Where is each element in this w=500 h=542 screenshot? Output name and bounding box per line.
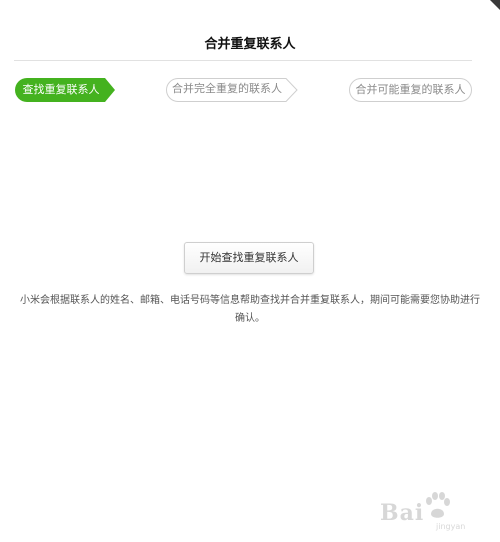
watermark-sub-text: jingyan xyxy=(436,522,466,531)
step-find-duplicates[interactable]: 查找重复联系人 xyxy=(15,78,115,102)
window-corner-shade xyxy=(490,0,500,10)
watermark-logo-text: Bai xyxy=(380,500,425,526)
step-2-label: 合并完全重复的联系人 xyxy=(172,82,282,95)
step-3-label: 合并可能重复的联系人 xyxy=(355,83,466,96)
baidu-paw-icon xyxy=(426,492,450,518)
step-1-label: 查找重复联系人 xyxy=(22,83,100,96)
title-divider xyxy=(14,60,472,61)
step-merge-exact-duplicates[interactable]: 合并完全重复的联系人 xyxy=(166,78,298,102)
baidu-jingyan-watermark: Bai jingyan xyxy=(380,486,492,536)
start-find-duplicates-button[interactable]: 开始查找重复联系人 xyxy=(184,242,314,274)
dialog-title: 合并重复联系人 xyxy=(204,37,296,52)
step-merge-possible-duplicates[interactable]: 合并可能重复的联系人 xyxy=(349,78,472,102)
description-text: 小米会根据联系人的姓名、邮箱、电话号码等信息帮助查找并合并重复联系人，期间可能需… xyxy=(20,295,480,324)
